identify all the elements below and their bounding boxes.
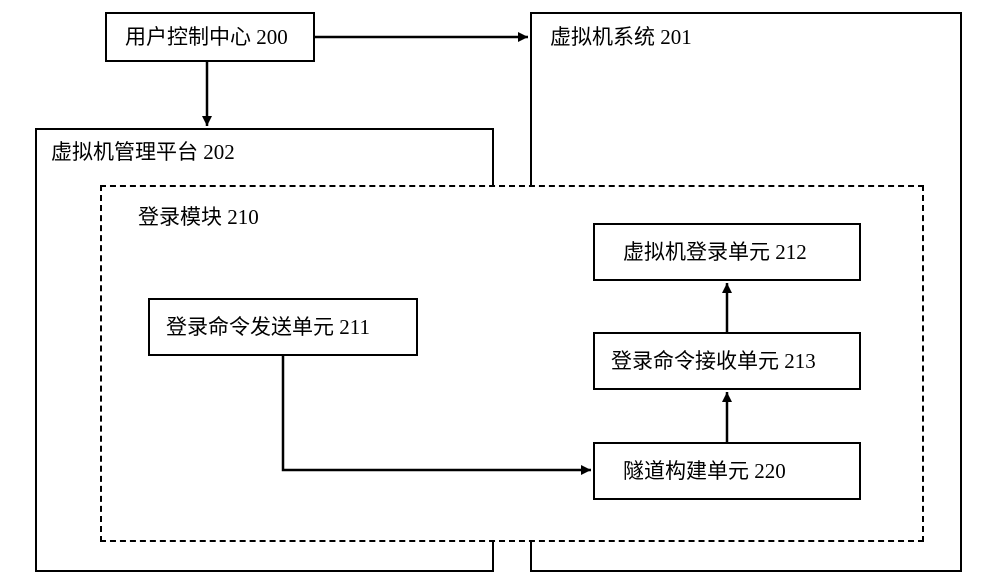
vm-system-label: 虚拟机系统 201 xyxy=(550,25,692,50)
vm-login-unit-label: 虚拟机登录单元 212 xyxy=(623,240,807,265)
login-cmd-send-unit-label: 登录命令发送单元 211 xyxy=(166,315,370,340)
vm-mgmt-platform-label: 虚拟机管理平台 202 xyxy=(51,140,235,165)
login-module-label: 登录模块 210 xyxy=(138,205,259,230)
user-control-center-label: 用户控制中心 200 xyxy=(125,25,288,50)
tunnel-build-unit-label: 隧道构建单元 220 xyxy=(623,459,786,484)
login-cmd-recv-unit-label: 登录命令接收单元 213 xyxy=(611,349,816,374)
